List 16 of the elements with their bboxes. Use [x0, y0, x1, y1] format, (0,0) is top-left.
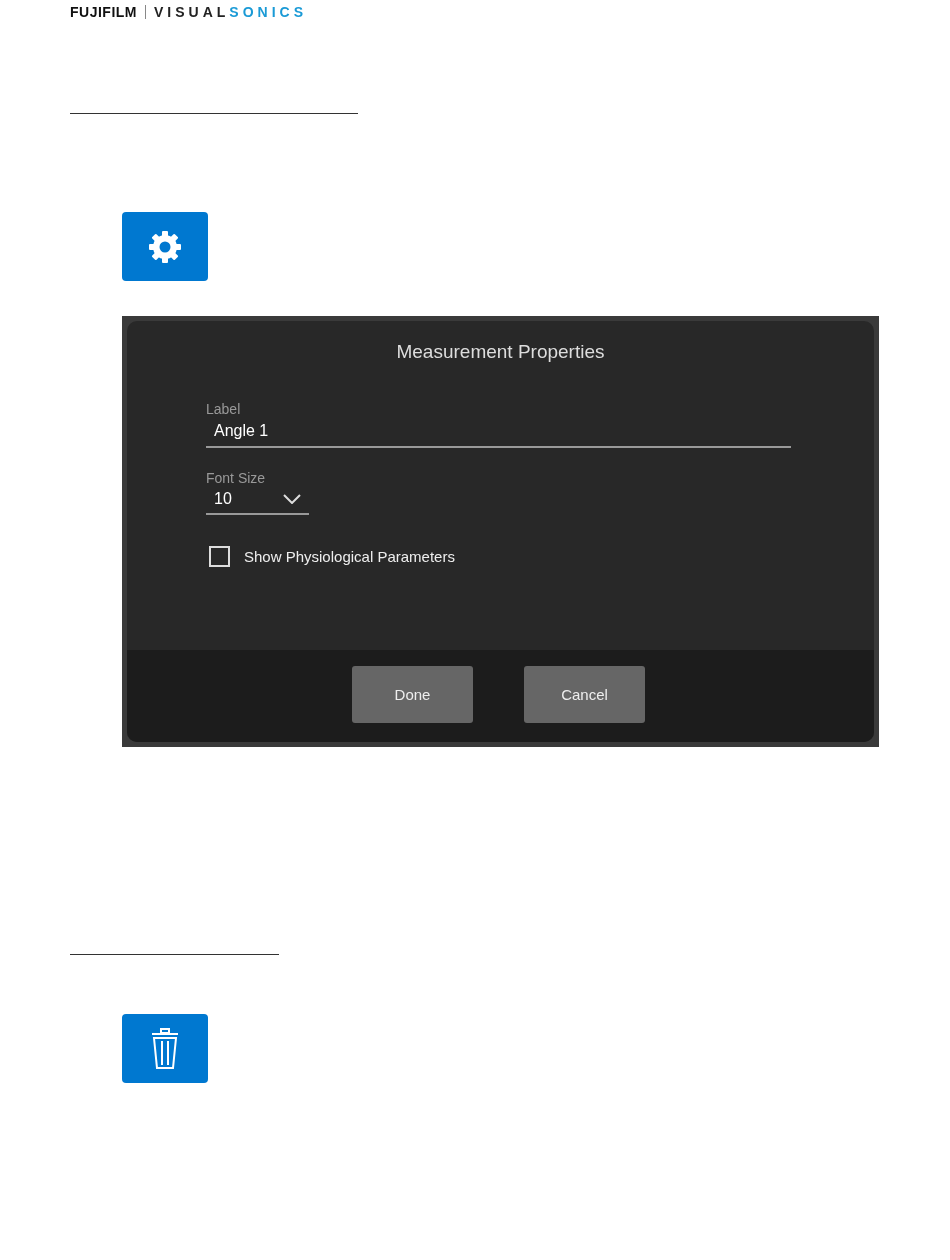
checkbox[interactable]	[209, 546, 230, 567]
delete-button[interactable]	[122, 1014, 208, 1083]
checkbox-label: Show Physiological Parameters	[244, 548, 455, 565]
label-field[interactable]: Angle 1	[206, 418, 791, 448]
logo-text: VISUAL SONICS	[154, 4, 308, 20]
chevron-down-icon	[283, 494, 301, 504]
logo-text: FUJIFILM	[70, 4, 137, 20]
field-label: Font Size	[206, 470, 267, 487]
field-label: Label	[206, 401, 242, 418]
dialog-title: Measurement Properties	[395, 340, 606, 363]
cancel-button[interactable]: Cancel	[524, 665, 645, 723]
font-size-dropdown[interactable]: 10	[206, 487, 309, 515]
settings-button[interactable]	[122, 212, 208, 281]
gear-icon	[147, 228, 183, 265]
done-button[interactable]: Done	[352, 665, 473, 723]
trash-icon	[150, 1027, 180, 1070]
